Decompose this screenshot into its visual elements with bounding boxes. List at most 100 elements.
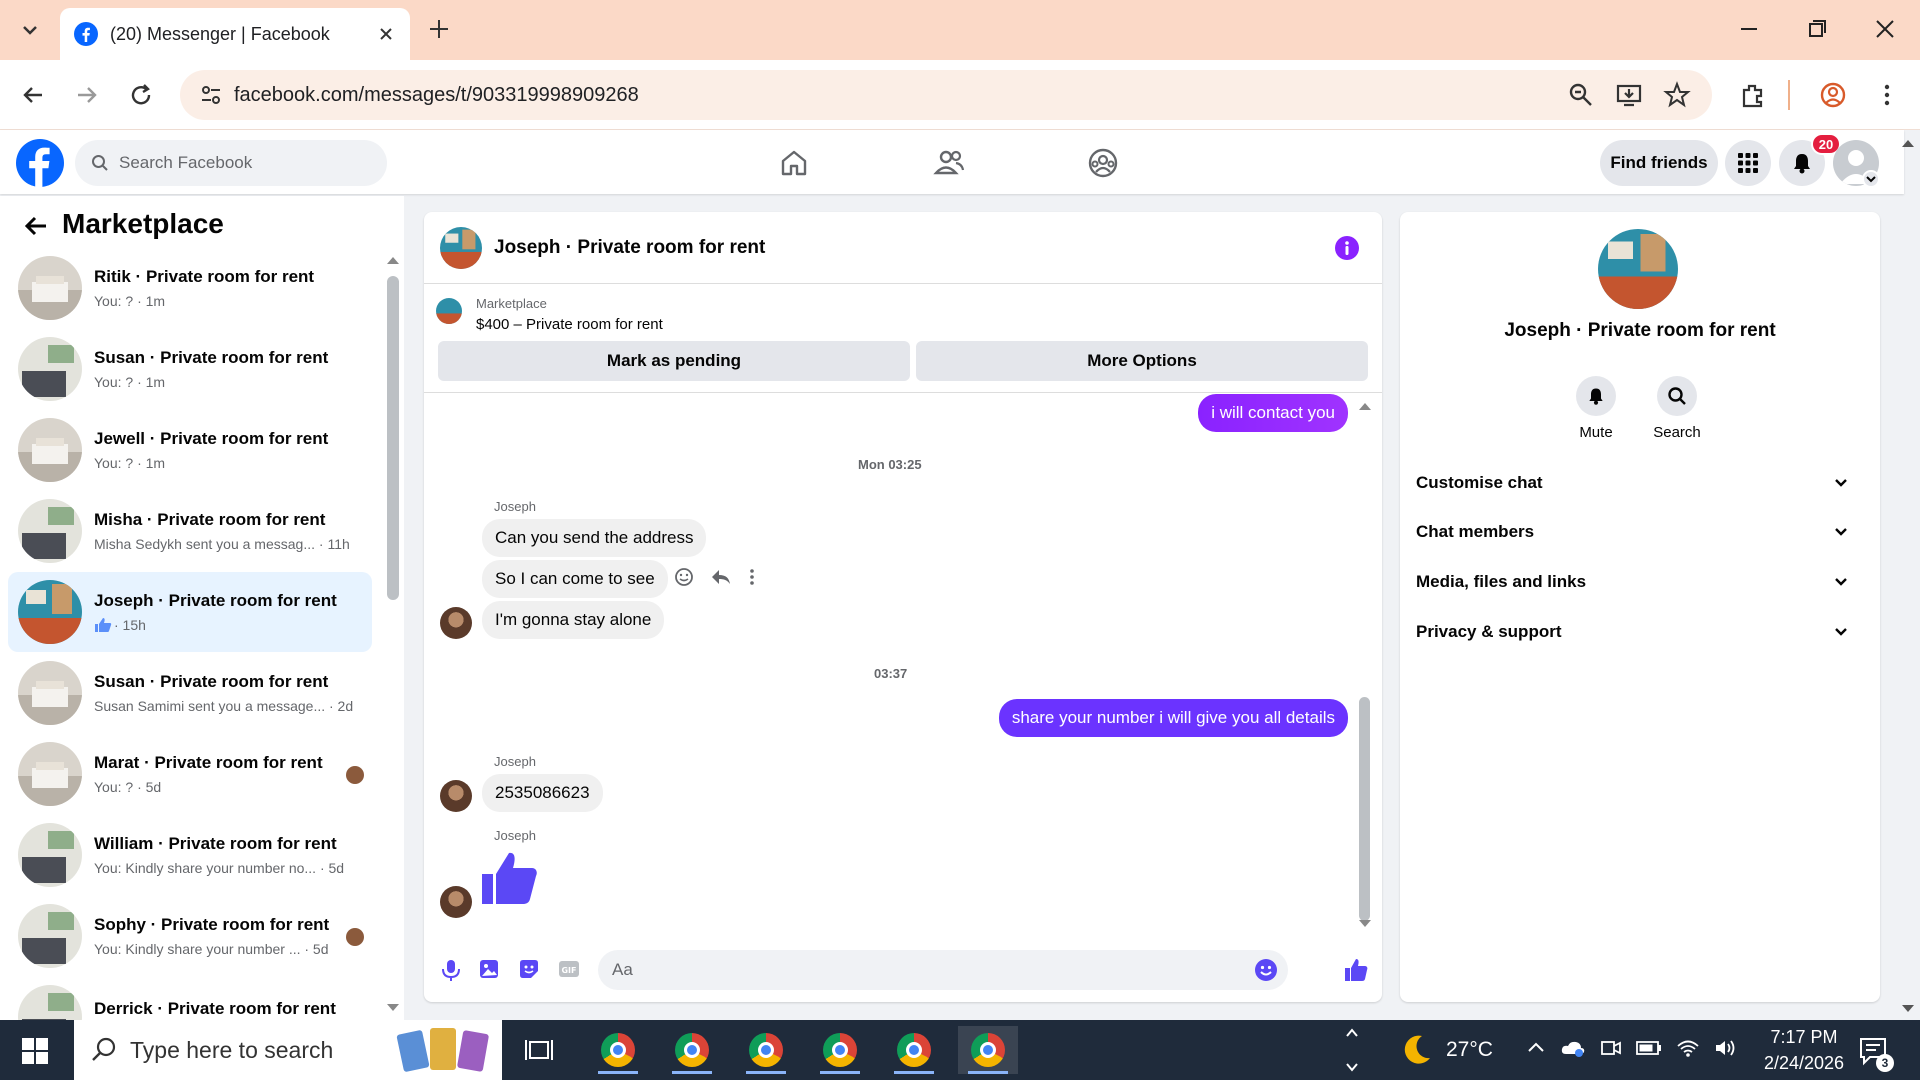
chat-title[interactable]: Joseph · Private room for rent	[494, 237, 1322, 259]
facebook-search-input[interactable]: Search Facebook	[75, 140, 387, 186]
more-options-button[interactable]: More Options	[916, 341, 1368, 381]
chat-avatar[interactable]	[440, 226, 482, 269]
home-nav-icon[interactable]	[777, 146, 811, 180]
bookmark-star-icon[interactable]	[1662, 80, 1692, 110]
back-icon[interactable]	[18, 80, 48, 110]
taskbar-chrome-active[interactable]	[958, 1026, 1018, 1074]
taskbar-scroll-icon[interactable]	[1344, 1024, 1360, 1076]
chat-scroll-up-icon[interactable]	[1358, 400, 1372, 412]
listing-title[interactable]: $400 – Private room for rent	[476, 316, 663, 333]
tab-close-icon[interactable]	[376, 24, 396, 44]
account-chevron-icon[interactable]	[1862, 170, 1880, 188]
emoji-icon[interactable]	[1254, 958, 1278, 982]
more-actions-icon[interactable]	[748, 567, 756, 587]
groups-nav-icon[interactable]	[1086, 146, 1120, 180]
task-view-icon[interactable]	[524, 1036, 554, 1064]
browser-tab-messenger[interactable]: (20) Messenger | Facebook	[60, 8, 410, 60]
extensions-icon[interactable]	[1738, 80, 1768, 110]
back-arrow-icon[interactable]	[20, 210, 52, 242]
reload-icon[interactable]	[126, 80, 156, 110]
site-info-icon[interactable]	[198, 82, 224, 108]
conversation-item[interactable]: Susan · Private room for rent You: ? · 1m	[8, 329, 372, 409]
clock-time[interactable]: 7:17 PM	[1744, 1027, 1864, 1048]
forward-icon[interactable]	[72, 80, 102, 110]
meet-now-icon[interactable]	[1600, 1038, 1622, 1058]
search-icon	[91, 154, 109, 172]
sender-avatar[interactable]	[440, 886, 472, 918]
conversation-item[interactable]: Derrick · Private room for rent	[8, 977, 372, 1020]
onedrive-icon[interactable]	[1560, 1038, 1586, 1058]
page-scroll-up-icon[interactable]	[1900, 136, 1916, 150]
chat-scrollbar[interactable]	[1359, 697, 1370, 921]
taskbar-search-input[interactable]: Type here to search	[74, 1020, 502, 1080]
chat-scroll-down-icon[interactable]	[1358, 918, 1372, 930]
customise-chat-section[interactable]: Customise chat	[1416, 461, 1864, 505]
conversation-item[interactable]: Jewell · Private room for rent You: ? · 1…	[8, 410, 372, 490]
menu-grid-button[interactable]	[1725, 140, 1771, 186]
taskbar-chrome-3[interactable]	[736, 1026, 796, 1074]
sender-avatar[interactable]	[440, 607, 472, 639]
address-bar[interactable]: facebook.com/messages/t/903319998909268	[180, 70, 1712, 120]
attach-photo-icon[interactable]	[478, 958, 500, 980]
restore-icon[interactable]	[1804, 16, 1830, 42]
conversation-item[interactable]: William · Private room for rent You: Kind…	[8, 815, 372, 895]
info-avatar[interactable]	[1598, 229, 1678, 309]
sidebar-scroll-up-icon[interactable]	[386, 254, 400, 266]
taskbar-chrome-1[interactable]	[588, 1026, 648, 1074]
message-incoming[interactable]: I'm gonna stay alone	[482, 601, 665, 639]
large-thumbs-up-icon[interactable]	[480, 850, 538, 906]
react-emoji-icon[interactable]	[674, 567, 694, 587]
minimize-icon[interactable]	[1736, 16, 1762, 42]
windows-start-icon[interactable]	[22, 1038, 48, 1064]
gif-icon[interactable]: GIF	[558, 958, 580, 980]
message-outgoing[interactable]: share your number i will give you all de…	[998, 699, 1348, 737]
weather-temp[interactable]: 27°C	[1446, 1038, 1493, 1062]
page-scroll-down-icon[interactable]	[1900, 1002, 1916, 1016]
conversation-item[interactable]: Marat · Private room for rent You: ? · 5d	[8, 734, 372, 814]
media-files-links-section[interactable]: Media, files and links	[1416, 560, 1864, 604]
browser-menu-icon[interactable]	[1872, 80, 1902, 110]
send-like-icon[interactable]	[1344, 958, 1368, 982]
chat-members-section[interactable]: Chat members	[1416, 510, 1864, 554]
privacy-support-section[interactable]: Privacy & support	[1416, 610, 1864, 654]
reply-icon[interactable]	[710, 567, 732, 587]
notification-count-badge: 3	[1876, 1054, 1894, 1072]
search-in-chat-button[interactable]: Search	[1647, 376, 1707, 441]
window-close-icon[interactable]	[1872, 16, 1898, 42]
conversation-item[interactable]: Susan · Private room for rent Susan Samim…	[8, 653, 372, 733]
facebook-logo-icon[interactable]	[16, 139, 64, 187]
message-input[interactable]: Aa	[598, 950, 1288, 990]
taskbar-chrome-5[interactable]	[884, 1026, 944, 1074]
wifi-icon[interactable]	[1676, 1038, 1700, 1058]
sidebar-scroll-down-icon[interactable]	[386, 1002, 400, 1014]
conversation-item-active[interactable]: Joseph · Private room for rent · 15h	[8, 572, 372, 652]
chat-info-icon[interactable]	[1334, 235, 1360, 261]
mark-as-pending-button[interactable]: Mark as pending	[438, 341, 910, 381]
conversation-item[interactable]: Misha · Private room for rent Misha Sedyk…	[8, 491, 372, 571]
friends-nav-icon[interactable]	[932, 146, 966, 180]
sidebar-scrollbar[interactable]	[387, 276, 399, 600]
profile-icon[interactable]	[1818, 80, 1848, 110]
tab-list-dropdown-icon[interactable]	[14, 14, 46, 46]
message-incoming[interactable]: So I can come to see	[482, 560, 668, 598]
find-friends-button[interactable]: Find friends	[1600, 140, 1718, 186]
show-hidden-icons-icon[interactable]	[1526, 1038, 1546, 1058]
sender-avatar[interactable]	[440, 780, 472, 812]
install-app-icon[interactable]	[1614, 80, 1644, 110]
sticker-icon[interactable]	[518, 958, 540, 980]
search-icon	[90, 1036, 118, 1064]
conversation-item[interactable]: Sophy · Private room for rent You: Kindly…	[8, 896, 372, 976]
conversation-item[interactable]: Ritik · Private room for rent You: ? · 1m	[8, 248, 372, 328]
voice-clip-icon[interactable]	[440, 958, 462, 982]
message-incoming[interactable]: Can you send the address	[482, 519, 707, 557]
taskbar-chrome-2[interactable]	[662, 1026, 722, 1074]
mute-button[interactable]: Mute	[1566, 376, 1626, 441]
zoom-icon[interactable]	[1566, 80, 1596, 110]
taskbar-chrome-4[interactable]	[810, 1026, 870, 1074]
volume-icon[interactable]	[1714, 1038, 1738, 1058]
clock-date[interactable]: 2/24/2026	[1744, 1053, 1864, 1074]
message-incoming[interactable]: 2535086623	[482, 774, 603, 812]
battery-icon[interactable]	[1636, 1040, 1662, 1056]
message-outgoing[interactable]: i will contact you	[1198, 394, 1348, 432]
new-tab-icon[interactable]	[426, 16, 452, 42]
